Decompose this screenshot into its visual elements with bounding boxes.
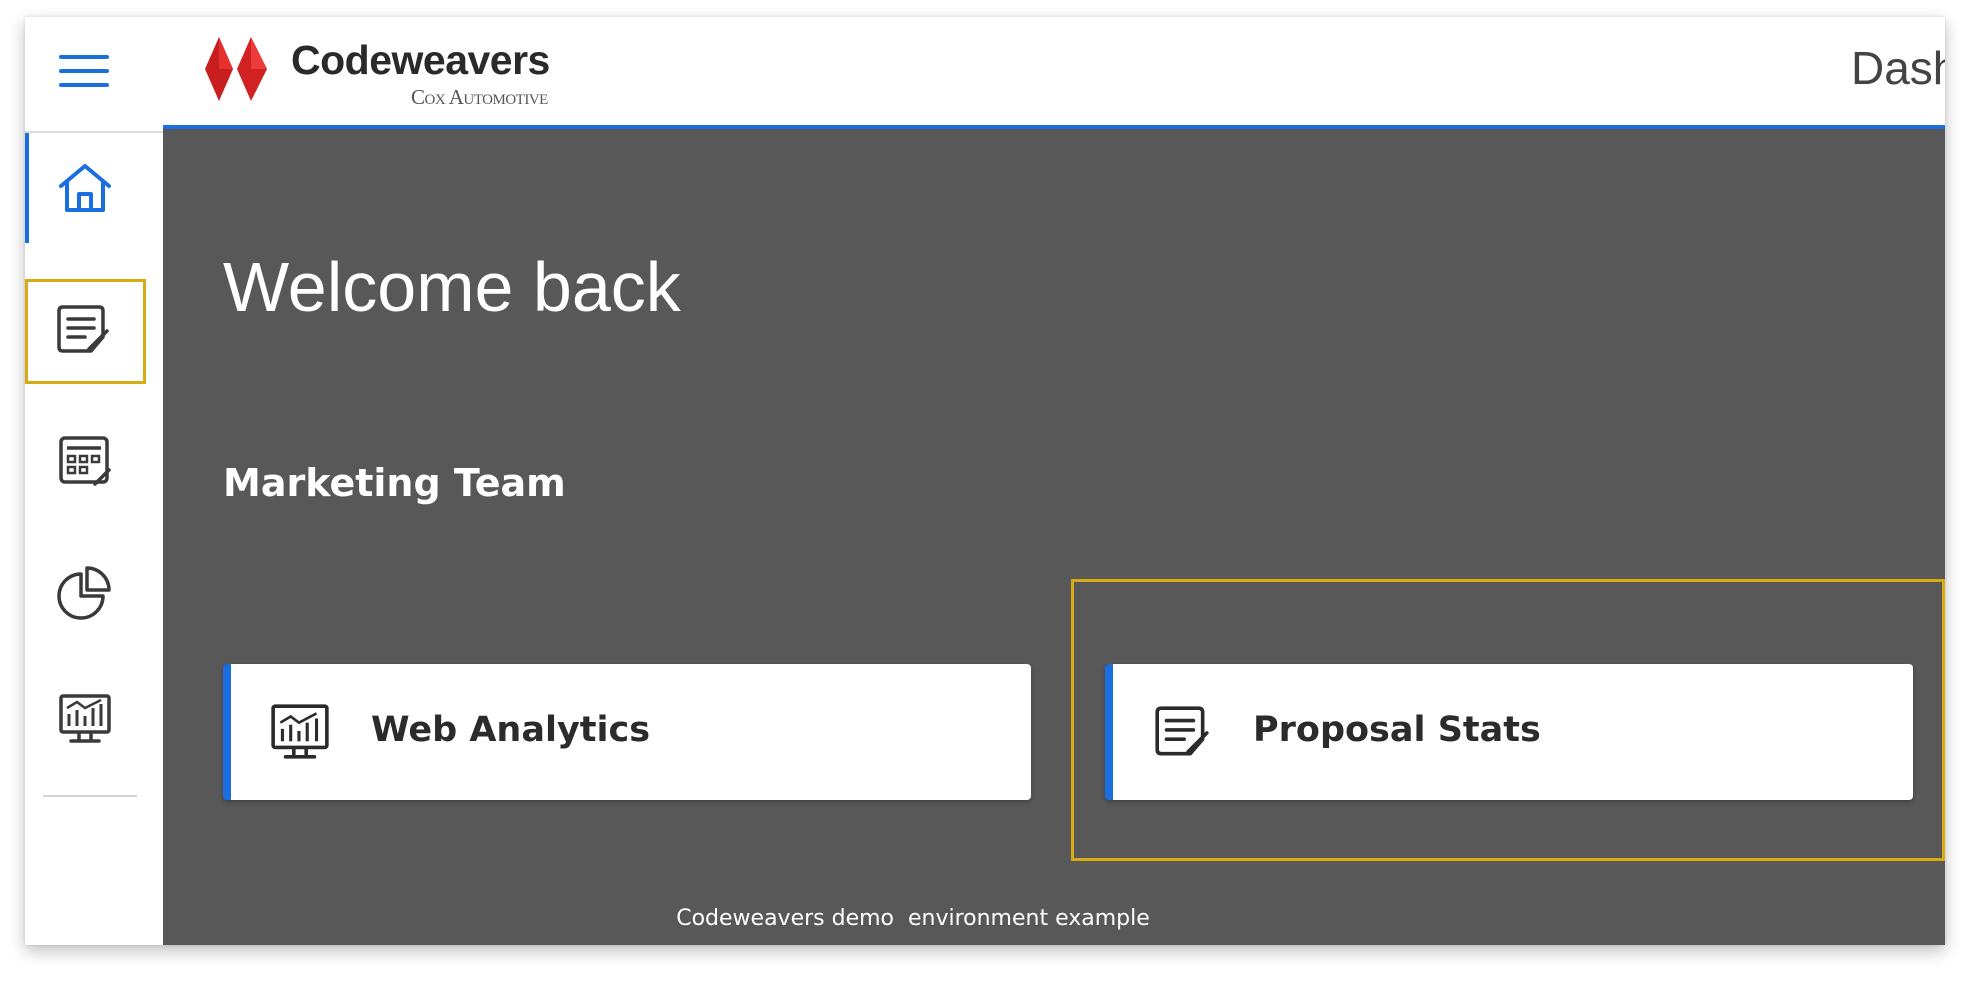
hamburger-bar xyxy=(59,83,109,87)
hamburger-menu-button[interactable] xyxy=(25,17,163,133)
footer-note: Codeweavers demo environment example xyxy=(676,906,1150,931)
sidebar-item-home[interactable] xyxy=(25,133,163,243)
card-label: Proposal Stats xyxy=(1253,710,1541,750)
app-window: Codeweavers Cox Automotive Dashboard Wel… xyxy=(25,17,1945,945)
hamburger-bar xyxy=(59,55,109,59)
welcome-heading: Welcome back xyxy=(223,248,681,326)
sidebar-item-analytics[interactable] xyxy=(25,665,163,775)
hamburger-bar xyxy=(59,69,109,73)
sidebar-item-reports[interactable] xyxy=(25,537,163,647)
sidebar-item-calculator[interactable] xyxy=(25,407,163,517)
top-bar: Codeweavers Cox Automotive Dashboard xyxy=(163,17,1945,129)
home-icon xyxy=(59,164,111,212)
analytics-monitor-icon xyxy=(59,694,111,743)
main-content: Welcome back Marketing Team Web Analytic… xyxy=(163,129,1945,945)
sidebar-item-proposals[interactable] xyxy=(25,279,146,384)
web-analytics-card[interactable]: Web Analytics xyxy=(223,664,1031,800)
proposal-icon xyxy=(57,305,109,353)
proposal-icon xyxy=(1155,706,1209,756)
page-title: Dashboard xyxy=(1851,42,1945,94)
analytics-monitor-icon xyxy=(271,704,329,759)
brand-subtitle: Cox Automotive xyxy=(411,85,548,109)
calculator-icon xyxy=(59,436,111,486)
brand-name: Codeweavers xyxy=(291,37,550,83)
team-heading: Marketing Team xyxy=(223,461,566,505)
sidebar-divider xyxy=(43,795,137,797)
sidebar xyxy=(25,17,164,945)
proposal-stats-card[interactable]: Proposal Stats xyxy=(1105,664,1913,800)
codeweavers-logo-icon xyxy=(205,37,267,101)
card-label: Web Analytics xyxy=(371,710,651,750)
pie-chart-icon xyxy=(57,566,111,620)
